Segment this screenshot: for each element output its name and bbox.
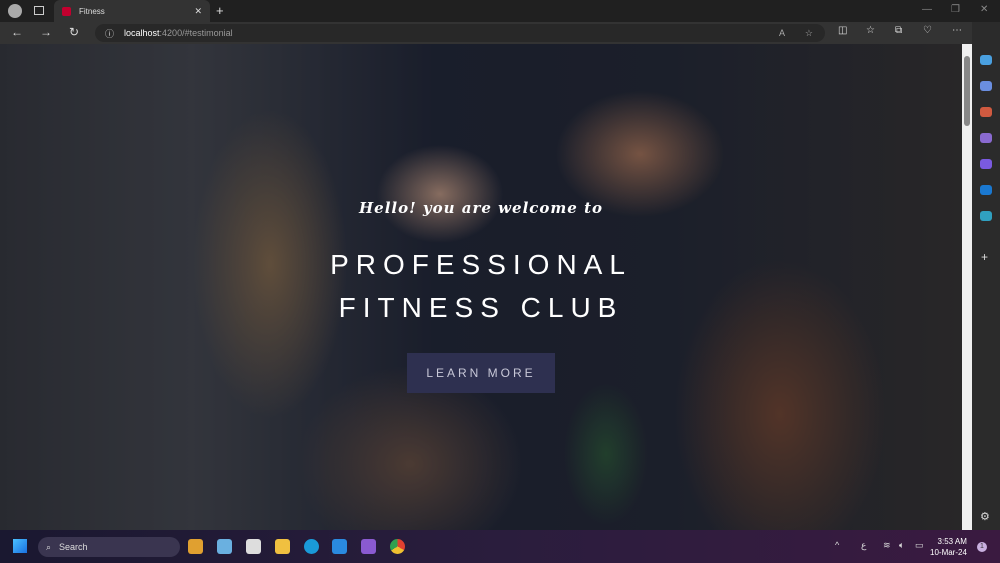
start-icon[interactable] [13, 539, 27, 553]
tab-title: Fitness [79, 6, 105, 16]
widgets-icon[interactable] [188, 539, 203, 554]
copilot-sidebar-icon[interactable] [980, 159, 992, 169]
tools-icon[interactable] [980, 107, 992, 117]
tray-chevron-icon[interactable]: ^ [835, 540, 839, 550]
maximize-button[interactable]: ❐ [951, 4, 960, 15]
add-sidebar-icon[interactable]: + [981, 250, 988, 264]
visual-studio-icon[interactable] [361, 539, 376, 554]
clock[interactable]: 3:53 AM 10-Mar-24 [930, 536, 967, 558]
angular-favicon-icon [62, 6, 71, 16]
wifi-icon[interactable]: ≋ [883, 540, 891, 551]
forward-icon[interactable]: → [40, 25, 52, 39]
scrollbar-thumb[interactable] [964, 56, 970, 126]
language-indicator[interactable]: ع [861, 540, 866, 551]
taskbar: ⌕ Search ^ ع ≋ 🔈︎ ▭ 3:53 AM 10-Mar-24 1 [0, 530, 1000, 563]
hero-section: Hello! you are welcome to PROFESSIONAL F… [0, 44, 962, 530]
page-scrollbar[interactable] [962, 44, 972, 530]
drop-icon[interactable] [980, 211, 992, 221]
volume-icon[interactable]: 🔈︎ [899, 540, 904, 551]
info-icon[interactable]: ⓘ [105, 27, 114, 40]
outlook-icon[interactable] [980, 185, 992, 195]
read-aloud-icon[interactable]: A [779, 28, 785, 38]
edge-icon[interactable] [304, 539, 319, 554]
taskbar-search[interactable]: ⌕ Search [38, 537, 180, 557]
profile-avatar[interactable] [8, 4, 22, 18]
snipping-tool-icon[interactable] [246, 539, 261, 554]
url-host: localhost [124, 28, 160, 38]
tab-actions-icon[interactable] [34, 6, 44, 15]
notification-badge[interactable]: 1 [977, 542, 987, 552]
clock-date: 10-Mar-24 [930, 548, 967, 557]
close-window-button[interactable]: ✕ [980, 4, 988, 15]
refresh-icon[interactable]: ↻ [69, 25, 79, 39]
photos-icon[interactable] [217, 539, 232, 554]
address-bar[interactable]: ⓘ localhost:4200/#testimonial A ☆ [95, 24, 825, 42]
search-label: Search [59, 542, 88, 552]
favorites-icon[interactable]: ☆ [866, 25, 875, 36]
minimize-button[interactable]: — [922, 4, 932, 15]
hero-title: PROFESSIONAL FITNESS CLUB [0, 243, 962, 329]
close-tab-icon[interactable]: ✕ [194, 6, 202, 17]
edge-sidebar: + ⚙ [972, 22, 1000, 530]
favorite-star-icon[interactable]: ☆ [805, 28, 813, 39]
tab-bar: Fitness ✕ + — ❐ ✕ [0, 0, 1000, 22]
search-glass-icon: ⌕ [46, 541, 52, 552]
games-icon[interactable] [980, 133, 992, 143]
nav-bar: ← → ↻ ⓘ localhost:4200/#testimonial A ☆ … [0, 22, 1000, 44]
tab-fitness[interactable]: Fitness ✕ [54, 0, 210, 22]
hero-greeting: Hello! you are welcome to [358, 199, 604, 217]
shopping-icon[interactable] [980, 81, 992, 91]
clock-time: 3:53 AM [937, 537, 967, 546]
split-screen-icon[interactable]: ◫ [838, 25, 847, 36]
vscode-icon[interactable] [332, 539, 347, 554]
url-path: :4200/#testimonial [159, 28, 233, 38]
chrome-icon[interactable] [390, 539, 405, 554]
more-menu-icon[interactable]: ⋯ [952, 25, 962, 36]
hero-title-line1: PROFESSIONAL [330, 249, 632, 280]
collections-icon[interactable]: ⧉ [895, 25, 902, 36]
learn-more-button[interactable]: LEARN MORE [407, 353, 555, 393]
battery-icon[interactable]: ▭ [915, 540, 924, 551]
browser-essentials-icon[interactable]: ♡ [923, 25, 932, 36]
new-tab-button[interactable]: + [216, 3, 224, 18]
back-icon[interactable]: ← [11, 25, 23, 39]
file-explorer-icon[interactable] [275, 539, 290, 554]
settings-icon[interactable]: ⚙ [980, 510, 990, 523]
search-icon[interactable] [980, 55, 992, 65]
hero-title-line2: FITNESS CLUB [338, 292, 624, 323]
